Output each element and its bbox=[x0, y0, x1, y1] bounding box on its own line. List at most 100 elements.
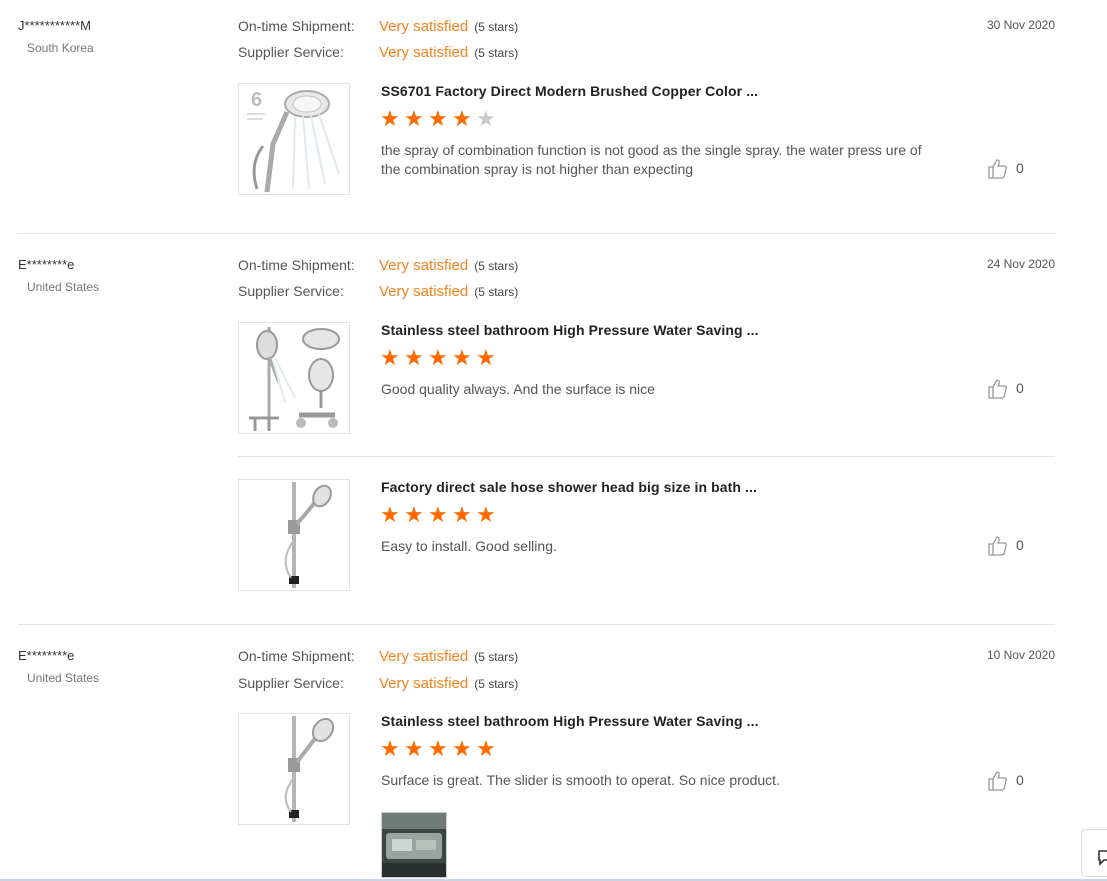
thumbs-up-icon bbox=[988, 771, 1007, 791]
review-date: 10 Nov 2020 bbox=[986, 648, 1055, 662]
review-date: 24 Nov 2020 bbox=[986, 257, 1055, 271]
service-stars-note: (5 stars) bbox=[474, 285, 519, 299]
product-divider bbox=[238, 456, 1055, 457]
shipment-stars-note: (5 stars) bbox=[474, 650, 519, 664]
product-thumbnail[interactable] bbox=[238, 713, 350, 825]
like-button[interactable]: 0 bbox=[987, 535, 1027, 557]
product-title[interactable]: Factory direct sale hose shower head big… bbox=[381, 479, 757, 495]
review-item: E********e United States On-time Shipmen… bbox=[18, 257, 1055, 602]
chat-icon bbox=[1098, 850, 1107, 866]
buyer-country: South Korea bbox=[27, 41, 94, 55]
star-icon: ★ bbox=[380, 502, 400, 527]
product-thumbnail[interactable] bbox=[238, 479, 350, 591]
star-icon: ★ bbox=[404, 106, 424, 131]
like-button[interactable]: 0 bbox=[987, 378, 1027, 400]
shipment-value: Very satisfied bbox=[379, 648, 469, 665]
star-icon: ★ bbox=[452, 736, 472, 761]
shipment-rating: On-time Shipment: Very satisfied (5 stars) bbox=[238, 18, 518, 35]
star-icon: ★ bbox=[380, 106, 400, 131]
like-button[interactable]: 0 bbox=[987, 770, 1027, 792]
service-rating: Supplier Service: Very satisfied (5 stars) bbox=[238, 44, 518, 61]
review-photo-attachment[interactable] bbox=[381, 812, 447, 878]
like-count: 0 bbox=[1016, 537, 1024, 553]
star-icon: ★ bbox=[452, 345, 472, 370]
star-icon: ★ bbox=[476, 502, 496, 527]
product-review: Factory direct sale hose shower head big… bbox=[238, 479, 1055, 591]
star-rating: ★ ★ ★ ★ ★ bbox=[380, 504, 500, 526]
review-photo-image bbox=[382, 813, 446, 877]
shipment-label: On-time Shipment: bbox=[238, 648, 355, 664]
buyer-name: J***********M bbox=[18, 18, 91, 33]
star-icon: ★ bbox=[380, 736, 400, 761]
review-item: J***********M South Korea On-time Shipme… bbox=[18, 18, 1055, 218]
buyer-country: United States bbox=[27, 280, 100, 294]
star-rating: ★ ★ ★ ★ ★ bbox=[380, 108, 500, 130]
service-stars-note: (5 stars) bbox=[474, 677, 519, 691]
star-empty-icon: ★ bbox=[476, 106, 496, 131]
buyer-name: E********e bbox=[18, 257, 75, 272]
service-stars-note: (5 stars) bbox=[474, 46, 519, 60]
review-date: 30 Nov 2020 bbox=[986, 18, 1055, 32]
service-value: Very satisfied bbox=[379, 675, 469, 692]
shipment-label: On-time Shipment: bbox=[238, 18, 355, 34]
slide-bar-shower-image bbox=[239, 714, 349, 824]
service-rating: Supplier Service: Very satisfied (5 stars) bbox=[238, 283, 518, 300]
product-review: Stainless steel bathroom High Pressure W… bbox=[238, 713, 1055, 825]
star-icon: ★ bbox=[428, 345, 448, 370]
star-icon: ★ bbox=[404, 502, 424, 527]
star-icon: ★ bbox=[404, 345, 424, 370]
product-title[interactable]: SS6701 Factory Direct Modern Brushed Cop… bbox=[381, 83, 758, 99]
buyer-country: United States bbox=[27, 671, 100, 685]
shipment-rating: On-time Shipment: Very satisfied (5 stars) bbox=[238, 257, 518, 274]
shipment-rating: On-time Shipment: Very satisfied (5 stars) bbox=[238, 648, 518, 665]
thumbs-up-icon bbox=[988, 379, 1007, 399]
shipment-value: Very satisfied bbox=[379, 257, 469, 274]
service-value: Very satisfied bbox=[379, 44, 469, 61]
service-label: Supplier Service: bbox=[238, 675, 344, 691]
review-comment: Good quality always. And the surface is … bbox=[381, 381, 655, 397]
shipment-label: On-time Shipment: bbox=[238, 257, 355, 273]
buyer-name: E********e bbox=[18, 648, 75, 663]
product-review: Stainless steel bathroom High Pressure W… bbox=[238, 322, 1055, 434]
thumbs-up-icon bbox=[988, 536, 1007, 556]
shipment-stars-note: (5 stars) bbox=[474, 20, 519, 34]
product-title[interactable]: Stainless steel bathroom High Pressure W… bbox=[381, 713, 759, 729]
product-review: 6 SS6701 Factory Direct Modern Brushed C… bbox=[238, 83, 1055, 195]
star-icon: ★ bbox=[428, 106, 448, 131]
review-divider bbox=[18, 624, 1055, 625]
review-comment: Surface is great. The slider is smooth t… bbox=[381, 772, 780, 788]
product-thumbnail[interactable] bbox=[238, 322, 350, 434]
service-rating: Supplier Service: Very satisfied (5 stars) bbox=[238, 675, 518, 692]
shower-system-image bbox=[239, 323, 349, 433]
star-icon: ★ bbox=[404, 736, 424, 761]
star-icon: ★ bbox=[476, 345, 496, 370]
review-comment: Easy to install. Good selling. bbox=[381, 538, 557, 554]
chat-widget-tab[interactable] bbox=[1081, 829, 1107, 877]
shipment-stars-note: (5 stars) bbox=[474, 259, 519, 273]
star-icon: ★ bbox=[476, 736, 496, 761]
star-icon: ★ bbox=[428, 736, 448, 761]
like-count: 0 bbox=[1016, 380, 1024, 396]
spray-count-badge: 6 bbox=[251, 89, 262, 111]
thumbs-up-icon bbox=[988, 159, 1007, 179]
star-icon: ★ bbox=[428, 502, 448, 527]
review-divider bbox=[18, 233, 1055, 234]
star-icon: ★ bbox=[452, 106, 472, 131]
shipment-value: Very satisfied bbox=[379, 18, 469, 35]
service-label: Supplier Service: bbox=[238, 283, 344, 299]
handheld-shower-head-image: 6 bbox=[239, 84, 349, 194]
star-icon: ★ bbox=[380, 345, 400, 370]
review-item: E********e United States On-time Shipmen… bbox=[18, 648, 1055, 881]
product-title[interactable]: Stainless steel bathroom High Pressure W… bbox=[381, 322, 759, 338]
slide-bar-shower-image bbox=[239, 480, 349, 590]
product-thumbnail[interactable]: 6 bbox=[238, 83, 350, 195]
like-count: 0 bbox=[1016, 772, 1024, 788]
service-label: Supplier Service: bbox=[238, 44, 344, 60]
star-rating: ★ ★ ★ ★ ★ bbox=[380, 347, 500, 369]
service-value: Very satisfied bbox=[379, 283, 469, 300]
like-count: 0 bbox=[1016, 160, 1024, 176]
star-icon: ★ bbox=[452, 502, 472, 527]
star-rating: ★ ★ ★ ★ ★ bbox=[380, 738, 500, 760]
like-button[interactable]: 0 bbox=[987, 158, 1027, 180]
review-comment: the spray of combination function is not… bbox=[381, 142, 922, 177]
